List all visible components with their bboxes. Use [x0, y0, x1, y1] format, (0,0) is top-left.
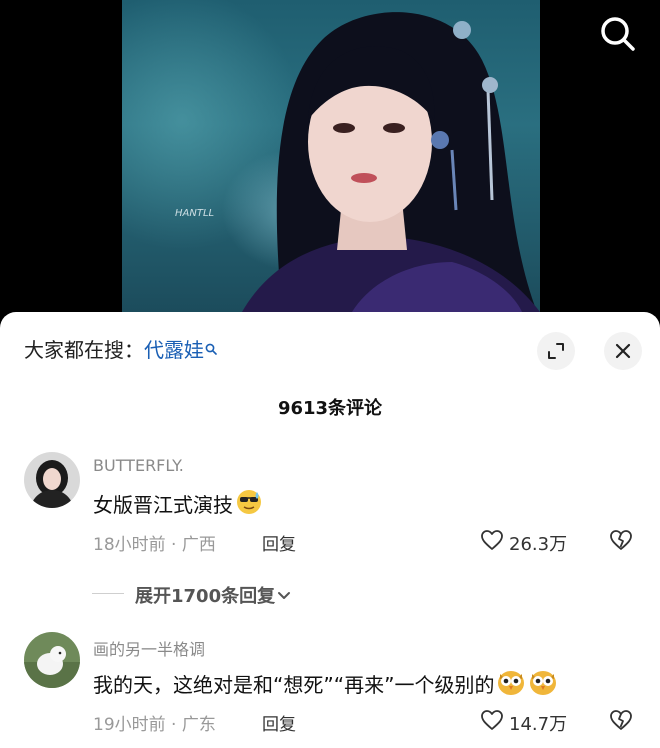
chevron-down-icon — [277, 585, 291, 606]
expand-sheet-button[interactable] — [537, 332, 575, 370]
owl-emoji-icon — [528, 668, 558, 701]
search-suggestion: 大家都在搜：代露娃 — [24, 334, 217, 363]
expand-replies[interactable]: 展开1700条回复 — [92, 582, 492, 607]
broken-heart-icon[interactable] — [608, 528, 634, 556]
sunglasses-sweat-emoji-icon — [235, 488, 263, 521]
avatar[interactable] — [24, 452, 80, 508]
like-count: 26.3万 — [509, 534, 568, 555]
like-count: 14.7万 — [509, 714, 568, 735]
small-search-icon[interactable] — [205, 336, 217, 360]
reply-button[interactable]: 回复 — [262, 710, 296, 735]
comment-text-content: 我的天，这绝对是和“想死”“再来”一个级别的 — [93, 673, 495, 697]
reply-button[interactable]: 回复 — [262, 530, 296, 555]
close-sheet-button[interactable] — [604, 332, 642, 370]
divider-line — [92, 593, 124, 594]
comment-username[interactable]: 画的另一半格调 — [93, 636, 205, 660]
comment-meta: 18小时前 · 广西 — [93, 535, 216, 555]
video-frame[interactable]: HANTLL — [122, 0, 540, 312]
owl-emoji-icon — [496, 668, 526, 701]
broken-heart-icon[interactable] — [608, 708, 634, 736]
heart-icon[interactable] — [480, 528, 504, 556]
heart-icon[interactable] — [480, 708, 504, 736]
comment-meta: 19小时前 · 广东 — [93, 715, 216, 735]
search-button[interactable] — [596, 12, 640, 56]
expand-replies-button[interactable]: 展开1700条回复 — [135, 582, 291, 608]
close-icon — [615, 343, 631, 359]
comment-count-title: 9613条评论 — [277, 398, 383, 419]
comment-text: 女版晋江式演技 — [93, 488, 263, 521]
expand-icon — [548, 343, 564, 359]
comment-text: 我的天，这绝对是和“想死”“再来”一个级别的 — [93, 668, 558, 701]
expand-replies-label: 展开1700条回复 — [135, 586, 276, 607]
comment-username[interactable]: BUTTERFLY. — [93, 456, 184, 475]
comment-sheet: 大家都在搜：代露娃 9613条评论 BUTTERFLY. 女版晋江式演技 18小… — [0, 312, 660, 748]
comment-text-content: 女版晋江式演技 — [93, 493, 233, 517]
search-icon — [601, 17, 635, 51]
video-watermark: HANTLL — [175, 208, 214, 219]
search-suggestion-keyword[interactable]: 代露娃 — [144, 338, 204, 362]
avatar[interactable] — [24, 632, 80, 688]
video-still-portrait: HANTLL — [175, 12, 540, 312]
video-player[interactable]: HANTLL — [0, 0, 660, 320]
search-suggestion-prefix: 大家都在搜： — [24, 338, 144, 362]
